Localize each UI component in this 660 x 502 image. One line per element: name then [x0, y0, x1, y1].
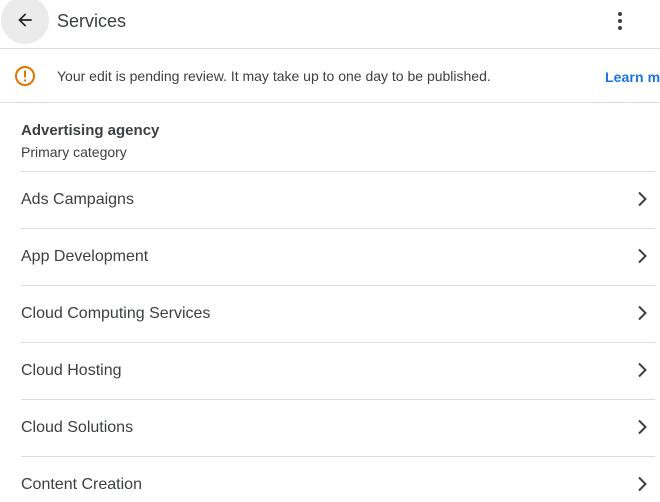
service-item-cloud-computing-services[interactable]: Cloud Computing Services: [21, 285, 655, 342]
service-item-content-creation[interactable]: Content Creation: [21, 456, 655, 502]
chevron-right-icon: [638, 362, 647, 378]
service-item-label: Ads Campaigns: [21, 191, 134, 208]
learn-more-link[interactable]: Learn mo: [605, 68, 660, 86]
back-button[interactable]: [1, 0, 49, 44]
error-outline-icon: [15, 66, 35, 86]
more-vert-icon: [618, 12, 622, 30]
service-item-label: Cloud Solutions: [21, 419, 134, 436]
chevron-right-icon: [638, 305, 647, 321]
service-item-cloud-hosting[interactable]: Cloud Hosting: [21, 342, 655, 399]
service-item-cloud-solutions[interactable]: Cloud Solutions: [21, 399, 655, 456]
arrow-back-icon: [18, 13, 32, 27]
chevron-right-icon: [638, 191, 647, 207]
app-bar: Services: [0, 0, 660, 49]
service-list: Ads Campaigns App Development Cloud Comp…: [21, 171, 655, 502]
service-item-label: Cloud Computing Services: [21, 305, 211, 322]
service-item-app-development[interactable]: App Development: [21, 228, 655, 285]
services-page: Services Your edit is pending review. It…: [0, 0, 660, 502]
notice-text: Your edit is pending review. It may take…: [57, 68, 491, 84]
pending-review-notice: Your edit is pending review. It may take…: [0, 49, 660, 103]
service-item-label: App Development: [21, 248, 149, 265]
page-title: Services: [57, 11, 127, 31]
chevron-right-icon: [638, 419, 647, 435]
primary-category: Advertising agency Primary category: [21, 121, 159, 161]
service-item-ads-campaigns[interactable]: Ads Campaigns: [21, 171, 655, 228]
service-item-label: Cloud Hosting: [21, 362, 122, 379]
chevron-right-icon: [638, 476, 647, 492]
chevron-right-icon: [638, 248, 647, 264]
more-options-button[interactable]: [602, 3, 638, 39]
service-item-label: Content Creation: [21, 476, 142, 493]
primary-category-name: Advertising agency: [21, 122, 160, 139]
primary-category-label: Primary category: [21, 144, 127, 160]
